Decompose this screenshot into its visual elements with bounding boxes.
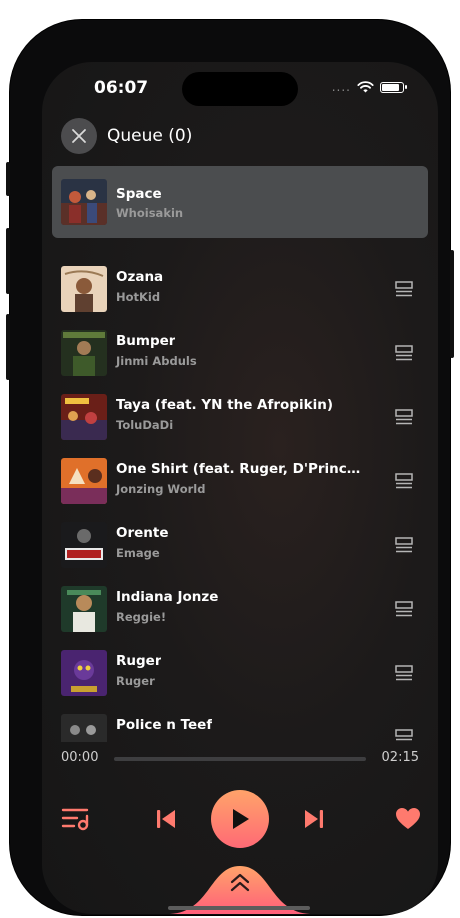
queue-button[interactable] [61, 804, 91, 834]
track-title: Orente [116, 525, 169, 541]
drag-handle-icon[interactable] [395, 473, 413, 489]
battery-level [382, 83, 399, 91]
current-time: 00:00 [61, 750, 99, 765]
now-playing-item[interactable]: Space Whoisakin [52, 166, 428, 238]
track-title: Ruger [116, 653, 162, 669]
track-title: One Shirt (feat. Ruger, D'Prince & R... [116, 461, 366, 477]
seek-bar[interactable] [114, 757, 366, 761]
queue-item[interactable]: Ozana HotKid [42, 257, 438, 321]
album-art [61, 179, 107, 225]
heart-icon [396, 808, 420, 829]
skip-previous-icon [157, 810, 175, 828]
queue-item[interactable]: One Shirt (feat. Ruger, D'Prince & R... … [42, 449, 438, 513]
volume-down-button [6, 314, 10, 380]
album-art [61, 394, 107, 440]
queue-item[interactable]: Police n Teef [42, 705, 438, 742]
home-indicator [168, 906, 310, 910]
queue-item[interactable]: Bumper Jinmi Abduls [42, 321, 438, 385]
album-art [61, 330, 107, 376]
track-title: Ozana [116, 269, 164, 285]
track-artist: ToluDaDi [116, 418, 174, 432]
track-artist: Emage [116, 546, 160, 560]
phone-frame: 06:07 .... Queue (0) Space Whoisakin Oza… [10, 20, 450, 915]
queue-list[interactable]: Ozana HotKid Bumper Jinmi Abduls Taya (f… [42, 257, 438, 742]
queue-item[interactable]: Ruger Ruger [42, 641, 438, 705]
close-icon [72, 129, 86, 143]
track-title: Bumper [116, 333, 176, 349]
status-time: 06:07 [94, 78, 149, 98]
power-button [450, 250, 454, 358]
queue-item[interactable]: Indiana Jonze Reggie! [42, 577, 438, 641]
now-playing-artist: Whoisakin [116, 206, 184, 220]
drag-handle-icon[interactable] [395, 665, 413, 681]
play-button[interactable] [211, 790, 269, 848]
silent-switch [6, 162, 10, 196]
track-artist: Ruger [116, 674, 155, 688]
drag-handle-icon[interactable] [395, 281, 413, 297]
track-title: Indiana Jonze [116, 589, 219, 605]
status-bar: 06:07 .... [42, 62, 438, 112]
queue-header: Queue (0) [61, 118, 192, 154]
previous-button[interactable] [151, 804, 181, 834]
play-icon [233, 809, 249, 829]
next-button[interactable] [299, 804, 329, 834]
drag-handle-icon[interactable] [395, 729, 413, 742]
volume-up-button [6, 228, 10, 294]
total-time: 02:15 [381, 750, 419, 765]
drag-handle-icon[interactable] [395, 409, 413, 425]
queue-item[interactable]: Taya (feat. YN the Afropikin) ToluDaDi [42, 385, 438, 449]
queue-item[interactable]: Orente Emage [42, 513, 438, 577]
track-artist: Jinmi Abduls [116, 354, 197, 368]
favorite-button[interactable] [393, 804, 423, 834]
track-artist: HotKid [116, 290, 161, 304]
album-art [61, 266, 107, 312]
battery-icon [380, 81, 407, 93]
skip-next-icon [305, 810, 323, 828]
drag-handle-icon[interactable] [395, 601, 413, 617]
album-art [61, 522, 107, 568]
player-controls [42, 790, 438, 850]
track-title: Taya (feat. YN the Afropikin) [116, 397, 333, 413]
dynamic-island [182, 72, 298, 106]
drag-handle-icon[interactable] [395, 537, 413, 553]
track-artist: Jonzing World [116, 482, 206, 496]
queue-title: Queue (0) [107, 126, 193, 146]
drag-handle-icon[interactable] [395, 345, 413, 361]
wifi-icon [357, 81, 374, 93]
playback-progress: 00:00 02:15 [42, 744, 438, 774]
track-title: Police n Teef [116, 717, 213, 733]
album-art [61, 586, 107, 632]
status-icons: .... [331, 80, 407, 94]
album-art [61, 714, 107, 742]
cellular-signal-icon: .... [331, 80, 351, 94]
now-playing-title: Space [116, 186, 162, 202]
close-queue-button[interactable] [61, 118, 97, 154]
queue-music-icon [61, 808, 89, 831]
track-artist: Reggie! [116, 610, 167, 624]
app-screen: 06:07 .... Queue (0) Space Whoisakin Oza… [42, 62, 438, 914]
album-art [61, 650, 107, 696]
album-art [61, 458, 107, 504]
